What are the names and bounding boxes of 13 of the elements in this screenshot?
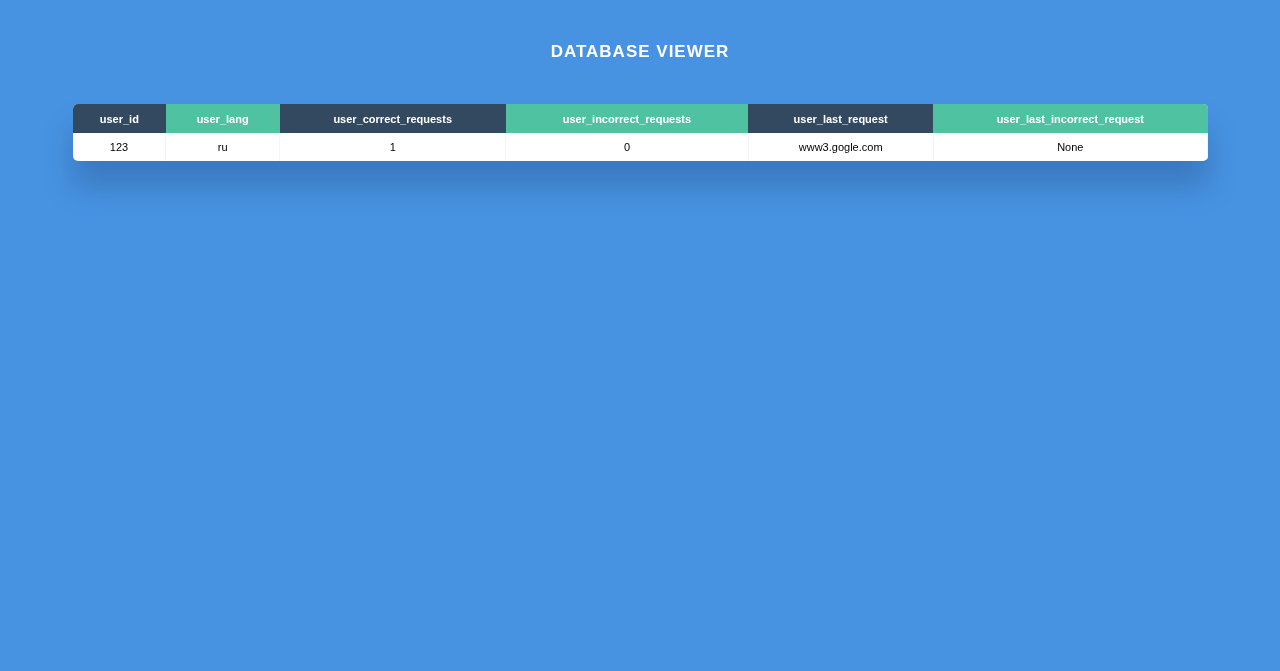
table-cell: 123 (73, 133, 166, 161)
table-cell: 1 (279, 133, 506, 161)
column-header: user_last_request (748, 104, 934, 133)
table-cell: None (933, 133, 1208, 161)
table-cell: ru (165, 133, 280, 161)
table-cell: www3.gogle.com (748, 133, 934, 161)
column-header: user_correct_requests (279, 104, 506, 133)
column-header: user_incorrect_requests (505, 104, 749, 133)
page-title: DATABASE VIEWER (550, 42, 730, 62)
column-header: user_lang (165, 104, 280, 133)
table-cell: 0 (505, 133, 749, 161)
column-header: user_last_incorrect_request (933, 104, 1208, 133)
column-header: user_id (73, 104, 166, 133)
